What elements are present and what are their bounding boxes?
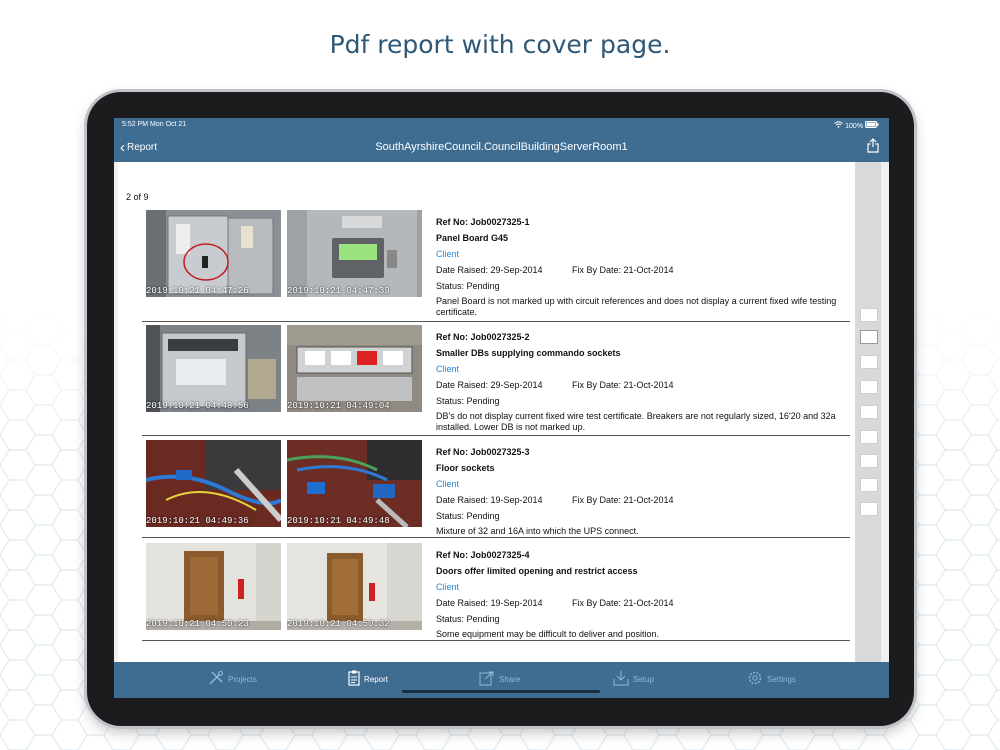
status-bar: 5:52 PM Mon Oct 21 100% xyxy=(114,118,889,132)
entry-status: Status: Pending xyxy=(436,396,500,406)
tab-setup[interactable]: Setup xyxy=(613,670,654,686)
entry-ref: Ref No: Job0027325-2 xyxy=(436,332,530,342)
entry-photo[interactable]: 2019:10:21 04:49:48 xyxy=(287,440,422,527)
entry-status: Status: Pending xyxy=(436,281,500,291)
battery-icon xyxy=(865,121,879,128)
status-right: 100% xyxy=(834,121,879,130)
report-entry: 2019:10:21 04:49:36 2019:10:21 04:49:48 … xyxy=(142,440,850,538)
entry-status: Status: Pending xyxy=(436,614,500,624)
entry-photo[interactable]: 2019:10:21 04:50:32 xyxy=(287,543,422,630)
entry-photo[interactable]: 2019:10:21 04:48:56 xyxy=(146,325,281,412)
photo-timestamp: 2019:10:21 04:49:04 xyxy=(287,401,390,411)
entry-ref: Ref No: Job0027325-1 xyxy=(436,217,530,227)
entry-status: Status: Pending xyxy=(436,511,500,521)
entry-photo[interactable]: 2019:10:21 04:49:36 xyxy=(146,440,281,527)
page-thumbnail[interactable] xyxy=(860,454,878,468)
page-thumbnail-current[interactable] xyxy=(860,330,878,344)
nav-title: SouthAyrshireCouncil.CouncilBuildingServ… xyxy=(375,141,628,153)
wifi-icon xyxy=(834,121,844,128)
page-counter: 2 of 9 xyxy=(126,192,149,202)
page-thumbnail[interactable] xyxy=(860,405,878,419)
fix-by-date: Fix By Date: 21-Oct-2014 xyxy=(572,380,674,390)
tab-settings[interactable]: Settings xyxy=(747,670,796,686)
share-icon[interactable] xyxy=(867,138,879,153)
entry-description: Mixture of 32 and 16A into which the UPS… xyxy=(436,526,639,536)
entry-details: Ref No: Job0027325-2 Smaller DBs supplyi… xyxy=(436,329,856,433)
ipad-screen: 5:52 PM Mon Oct 21 100% ‹ Report SouthAyr… xyxy=(114,118,889,698)
page-thumbnail[interactable] xyxy=(860,430,878,444)
entry-dates: Date Raised: 29-Sep-2014 Fix By Date: 21-… xyxy=(436,377,856,393)
client-link[interactable]: Client xyxy=(436,246,856,262)
date-raised: Date Raised: 19-Sep-2014 xyxy=(436,495,543,505)
tab-label: Share xyxy=(499,675,521,684)
pdf-page: 2 of 9 2019:10:21 04:47:26 2019:10:21 04… xyxy=(118,162,856,662)
date-raised: Date Raised: 29-Sep-2014 xyxy=(436,380,543,390)
photo-timestamp: 2019:10:21 04:50:23 xyxy=(146,619,249,629)
entry-title: Doors offer limited opening and restrict… xyxy=(436,566,638,576)
entry-dates: Date Raised: 29-Sep-2014 Fix By Date: 21-… xyxy=(436,262,856,278)
report-entry: 2019:10:21 04:48:56 2019:10:21 04:49:04 … xyxy=(142,325,850,436)
entry-title: Smaller DBs supplying commando sockets xyxy=(436,348,621,358)
battery-label: 100% xyxy=(845,123,864,130)
entry-details: Ref No: Job0027325-1 Panel Board G45 Cli… xyxy=(436,214,856,318)
entry-description: Some equipment may be difficult to deliv… xyxy=(436,629,659,639)
entry-ref: Ref No: Job0027325-3 xyxy=(436,447,530,457)
photo-timestamp: 2019:10:21 04:50:32 xyxy=(287,619,390,629)
report-entry: 2019:10:21 04:47:26 2019:10:21 04:47:39 … xyxy=(142,210,850,322)
fix-by-date: Fix By Date: 21-Oct-2014 xyxy=(572,265,674,275)
tab-label: Projects xyxy=(228,675,257,684)
date-raised: Date Raised: 29-Sep-2014 xyxy=(436,265,543,275)
entry-ref: Ref No: Job0027325-4 xyxy=(436,550,530,560)
fix-by-date: Fix By Date: 21-Oct-2014 xyxy=(572,495,674,505)
fix-by-date: Fix By Date: 21-Oct-2014 xyxy=(572,598,674,608)
tab-projects[interactable]: Projects xyxy=(208,670,257,686)
download-tray-icon xyxy=(613,671,629,686)
tools-icon xyxy=(209,671,223,685)
photo-timestamp: 2019:10:21 04:49:36 xyxy=(146,516,249,526)
entry-dates: Date Raised: 19-Sep-2014 Fix By Date: 21-… xyxy=(436,492,856,508)
report-entry: 2019:10:21 04:50:23 2019:10:21 04:50:32 … xyxy=(142,543,850,641)
navigation-bar: ‹ Report SouthAyrshireCouncil.CouncilBuil… xyxy=(114,132,889,162)
entry-title: Floor sockets xyxy=(436,463,495,473)
page-thumbnail[interactable] xyxy=(860,502,878,516)
entry-photo[interactable]: 2019:10:21 04:47:26 xyxy=(146,210,281,297)
tab-label: Settings xyxy=(767,675,796,684)
gear-icon xyxy=(748,671,762,685)
client-link[interactable]: Client xyxy=(436,476,856,492)
photo-timestamp: 2019:10:21 04:48:56 xyxy=(146,401,249,411)
page-thumbnail[interactable] xyxy=(860,355,878,369)
page-thumbnail[interactable] xyxy=(860,478,878,492)
clipboard-icon xyxy=(348,670,360,686)
entry-photo[interactable]: 2019:10:21 04:47:39 xyxy=(287,210,422,297)
tab-report[interactable]: Report xyxy=(348,670,388,686)
photo-timestamp: 2019:10:21 04:49:48 xyxy=(287,516,390,526)
page-thumbnail-strip[interactable] xyxy=(855,162,881,662)
photo-timestamp: 2019:10:21 04:47:39 xyxy=(287,286,390,296)
entry-title: Panel Board G45 xyxy=(436,233,509,243)
entry-photo[interactable]: 2019:10:21 04:49:04 xyxy=(287,325,422,412)
page-headline: Pdf report with cover page. xyxy=(329,30,671,59)
client-link[interactable]: Client xyxy=(436,579,856,595)
page-thumbnail[interactable] xyxy=(860,308,878,322)
home-indicator[interactable] xyxy=(402,690,600,693)
pdf-viewer[interactable]: 2 of 9 2019:10:21 04:47:26 2019:10:21 04… xyxy=(114,162,889,662)
tab-share[interactable]: Share xyxy=(479,670,520,686)
date-raised: Date Raised: 19-Sep-2014 xyxy=(436,598,543,608)
share-doc-icon xyxy=(479,671,494,686)
entry-details: Ref No: Job0027325-3 Floor sockets Clien… xyxy=(436,444,856,537)
tab-label: Report xyxy=(364,675,389,684)
tab-label: Setup xyxy=(633,675,654,684)
entry-photo[interactable]: 2019:10:21 04:50:23 xyxy=(146,543,281,630)
entry-details: Ref No: Job0027325-4 Doors offer limited… xyxy=(436,547,856,640)
photo-timestamp: 2019:10:21 04:47:26 xyxy=(146,286,249,296)
page-thumbnail[interactable] xyxy=(860,380,878,394)
status-time: 5:52 PM Mon Oct 21 xyxy=(122,121,187,128)
tab-bar: Projects Report Share Setup Settings xyxy=(114,662,889,698)
client-link[interactable]: Client xyxy=(436,361,856,377)
entry-description: Panel Board is not marked up with circui… xyxy=(436,296,837,317)
entry-description: DB's do not display current fixed wire t… xyxy=(436,411,836,432)
entry-dates: Date Raised: 19-Sep-2014 Fix By Date: 21-… xyxy=(436,595,856,611)
